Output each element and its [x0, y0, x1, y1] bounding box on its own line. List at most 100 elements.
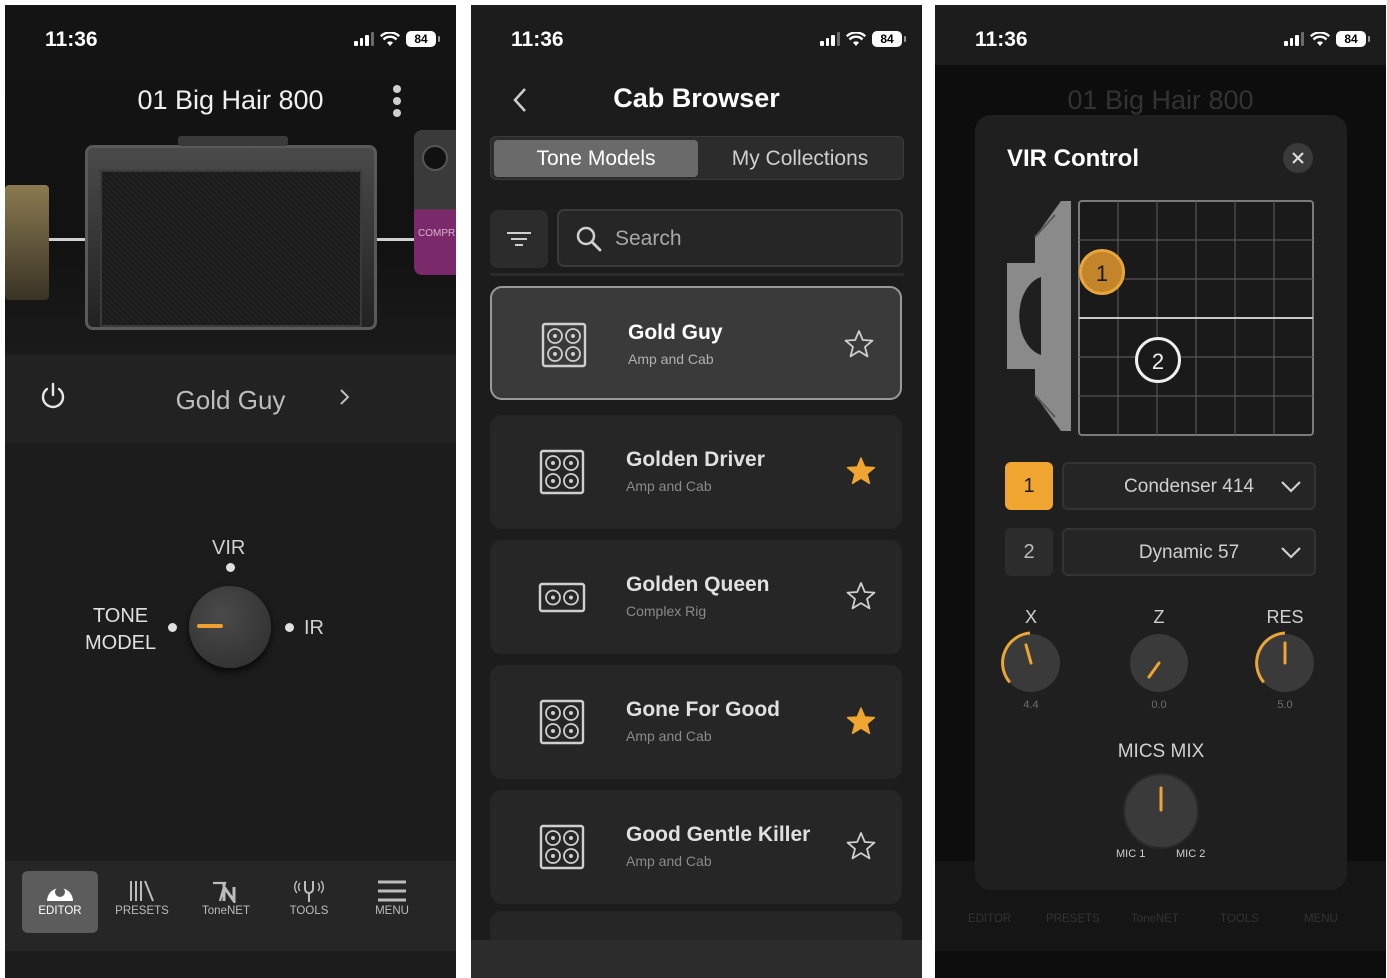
tab-editor[interactable]: EDITOR	[22, 871, 98, 933]
knob-res[interactable]	[1249, 627, 1321, 699]
star-filled-icon[interactable]	[846, 456, 876, 491]
vir-control-modal: VIR Control 1 2 1 Condenser 414 2 Dynami…	[975, 115, 1347, 890]
ir-dot	[285, 623, 294, 632]
ir-option-label[interactable]: IR	[304, 617, 324, 640]
star-outline-icon[interactable]	[844, 329, 874, 364]
background-preset-title: 01 Big Hair 800	[1067, 85, 1254, 115]
mic-1-model-dropdown[interactable]: Condenser 414	[1062, 462, 1316, 510]
cab-list-item[interactable]: Good Gentle Killer Amp and Cab	[490, 790, 902, 904]
cab-item-name: Gone For Good	[626, 698, 780, 721]
search-input[interactable]	[615, 221, 885, 257]
close-button[interactable]	[1283, 143, 1313, 173]
tab-tone-models[interactable]: Tone Models	[494, 140, 698, 177]
chevron-down-icon	[1281, 481, 1301, 493]
cabinet-image[interactable]	[85, 136, 377, 330]
mic-position-grid[interactable]	[1078, 200, 1314, 436]
vir-dot	[226, 563, 235, 572]
cable	[377, 238, 414, 241]
knob-x-value: 4.4	[1023, 699, 1039, 711]
mic-position-2-handle[interactable]: 2	[1135, 337, 1181, 383]
knob-z-label: Z	[1153, 607, 1165, 627]
pedal-left[interactable]	[5, 185, 49, 300]
filter-button[interactable]	[490, 210, 548, 268]
cab-item-name: Golden Driver	[626, 448, 765, 471]
segmented-control: Tone Models My Collections	[490, 136, 904, 180]
cab-list-item[interactable]: Gone For Good Amp and Cab	[490, 665, 902, 779]
cab-browser-screen: 11:36 84 Cab Browser Tone Models My Coll…	[471, 5, 922, 978]
tone-model-row[interactable]: Gold Guy	[5, 355, 456, 443]
mics-mix-label: MICS MIX	[1117, 741, 1205, 762]
status-time: 11:36	[975, 28, 1028, 51]
cab-list-item[interactable]: Golden Queen Complex Rig	[490, 540, 902, 654]
star-filled-icon[interactable]	[846, 706, 876, 741]
knob-z[interactable]	[1123, 627, 1195, 699]
chevron-right-icon[interactable]	[338, 385, 352, 409]
pedal-right[interactable]: COMPR	[414, 130, 456, 275]
status-bar: 11:36 84	[5, 5, 456, 65]
wifi-icon	[1310, 31, 1330, 46]
cab-item-name: Golden Queen	[626, 573, 770, 596]
cab-list-item[interactable]: Golden Driver Amp and Cab	[490, 415, 902, 529]
tab-tonenet[interactable]: ToneNET	[188, 871, 264, 933]
cabinet-4x12-icon	[540, 321, 588, 374]
knob-res-label: RES	[1266, 607, 1304, 627]
mic-2-model-dropdown[interactable]: Dynamic 57	[1062, 528, 1316, 576]
signal-icon	[354, 32, 374, 46]
signal-icon	[820, 32, 840, 46]
cab-item-type: Complex Rig	[626, 603, 707, 619]
chevron-down-icon	[1281, 547, 1301, 559]
star-outline-icon[interactable]	[846, 831, 876, 866]
cabinet-4x12-icon	[538, 448, 586, 501]
signal-icon	[1284, 32, 1304, 46]
cab-item-type: Amp and Cab	[626, 728, 712, 744]
cab-mode-selector-knob[interactable]	[189, 586, 271, 668]
cab-item-type: Amp and Cab	[626, 853, 712, 869]
wifi-icon	[846, 31, 866, 46]
cabinet-4x12-icon	[538, 698, 586, 751]
cabinet-2x12-icon	[538, 573, 586, 626]
cab-item-name: Gold Guy	[628, 321, 723, 344]
mic-1-select-button[interactable]: 1	[1005, 462, 1053, 510]
mic-2-select-button[interactable]: 2	[1005, 528, 1053, 576]
knob-x-label: X	[1024, 607, 1037, 627]
mic-position-1-handle[interactable]: 1	[1079, 249, 1125, 295]
tuning-fork-icon	[294, 880, 324, 902]
library-icon	[130, 880, 154, 902]
battery-icon: 84	[872, 31, 906, 47]
mics-mix-knob[interactable]	[1118, 770, 1204, 856]
knob-z-value: 0.0	[1151, 699, 1167, 711]
filter-icon	[507, 232, 531, 246]
mics-mix-left-label: MIC 1	[1116, 848, 1146, 860]
cable	[49, 238, 87, 241]
pedal-label: COMPR	[418, 228, 456, 239]
tone-model-dot	[168, 623, 177, 632]
status-time: 11:36	[511, 28, 564, 51]
cab-item-type: Amp and Cab	[628, 351, 714, 367]
mic-2-row: 2 Dynamic 57	[1005, 528, 1317, 576]
tab-tools[interactable]: TOOLS	[271, 871, 347, 933]
preset-title[interactable]: 01 Big Hair 800	[5, 85, 456, 116]
close-icon	[1292, 152, 1304, 164]
more-options-icon[interactable]	[393, 85, 401, 117]
star-outline-icon[interactable]	[846, 581, 876, 616]
knob-res-value: 5.0	[1277, 699, 1293, 711]
cab-list-item[interactable]: Gold Guy Amp and Cab	[490, 286, 902, 400]
status-bar: 11:36 84	[935, 5, 1386, 65]
model-name: Gold Guy	[175, 385, 286, 415]
knob-x[interactable]	[995, 627, 1067, 699]
vir-control-screen: 11:36 84 01 Big Hair 800 EDITOR PRESETS …	[935, 5, 1386, 978]
battery-icon: 84	[1336, 31, 1370, 47]
cab-item-type: Amp and Cab	[626, 478, 712, 494]
editor-screen: COMPR 11:36 84 01 Big Hair 800 Gold Guy …	[5, 5, 456, 978]
vir-option-label[interactable]: VIR	[212, 537, 245, 560]
modal-title: VIR Control	[1007, 145, 1139, 172]
tone-model-option-label[interactable]: TONE MODEL	[85, 603, 156, 657]
tab-my-collections[interactable]: My Collections	[698, 140, 902, 177]
search-icon	[576, 226, 602, 252]
hamburger-icon	[378, 880, 406, 902]
tab-menu[interactable]: MENU	[354, 871, 430, 933]
wifi-icon	[380, 31, 400, 46]
tonenet-icon	[213, 881, 236, 903]
tab-presets[interactable]: PRESETS	[104, 871, 180, 933]
search-field[interactable]	[557, 209, 903, 267]
